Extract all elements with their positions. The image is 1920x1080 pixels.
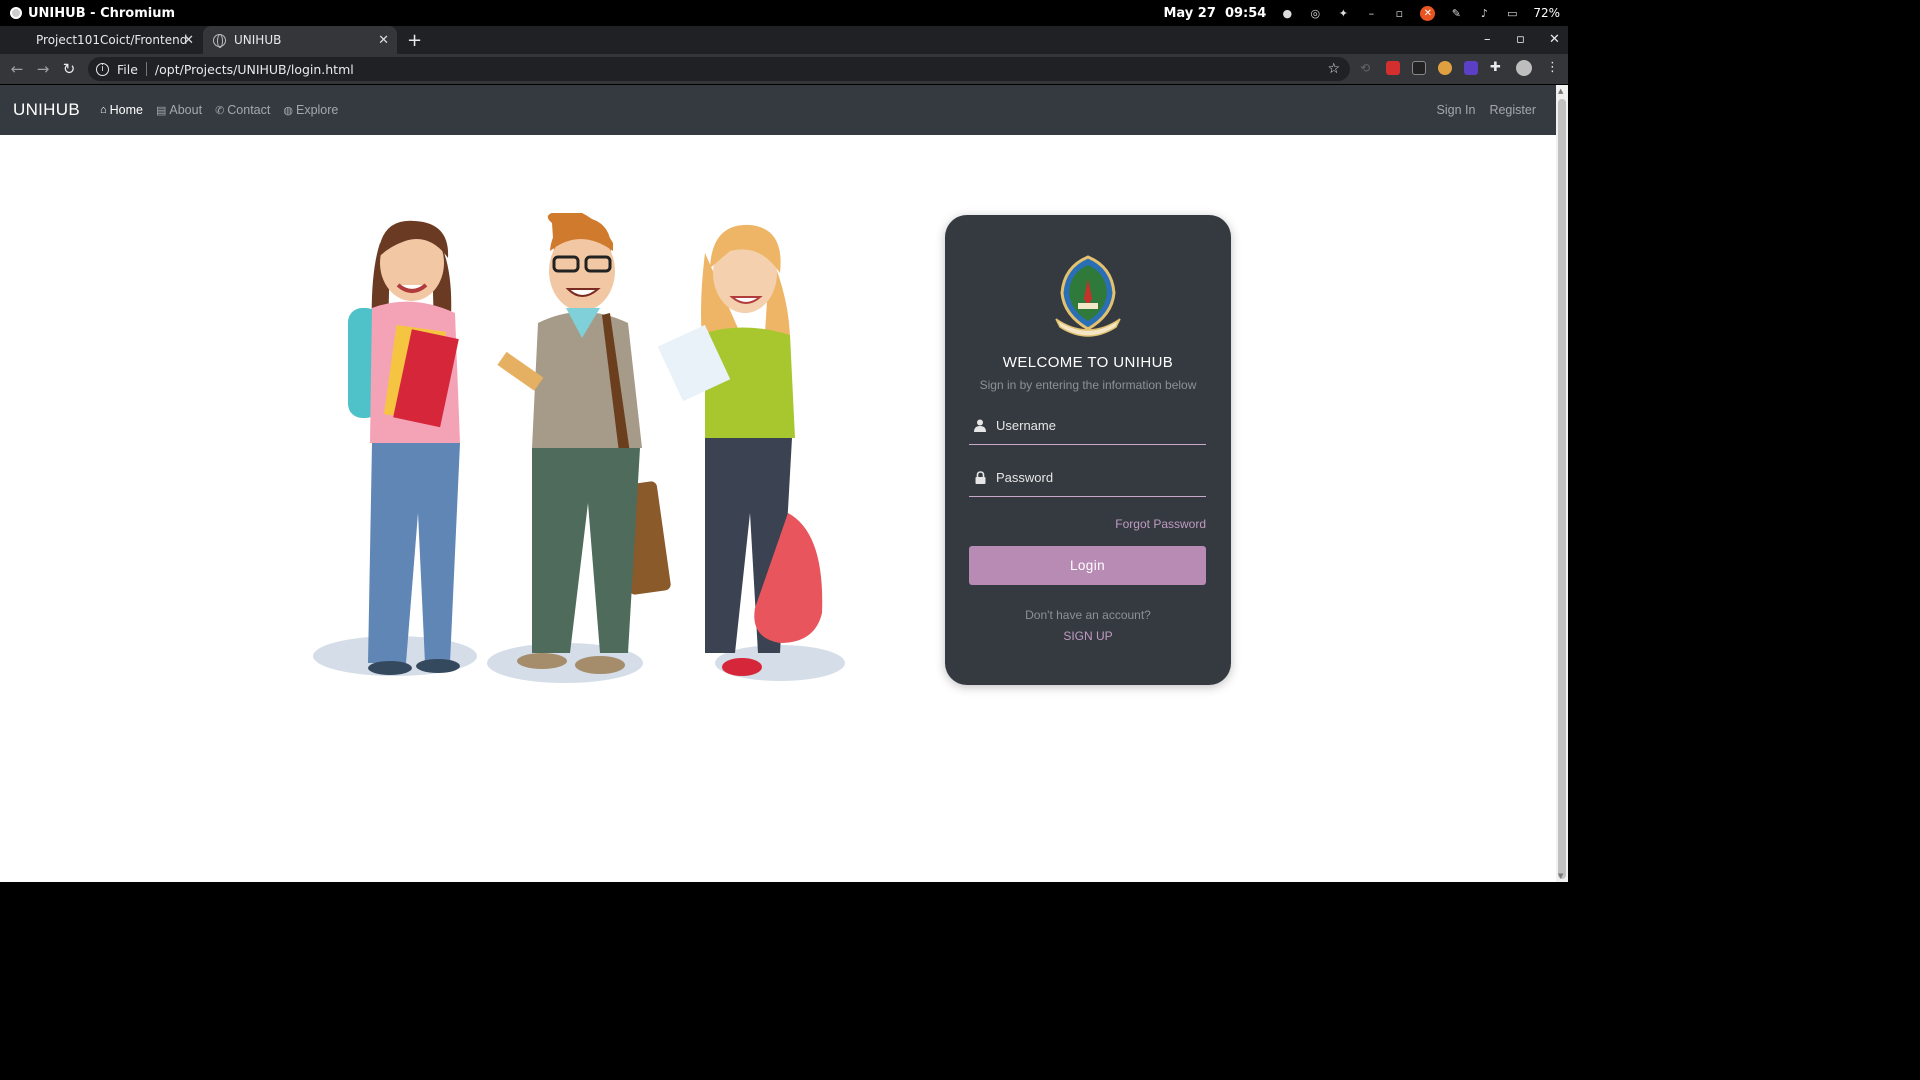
nav-contact-label: Contact bbox=[227, 103, 271, 117]
scroll-down-icon[interactable]: ▼ bbox=[1558, 872, 1563, 880]
scrollbar-thumb[interactable] bbox=[1558, 99, 1566, 879]
nav-about-label: About bbox=[169, 103, 203, 117]
login-subtitle: Sign in by entering the information belo… bbox=[979, 378, 1197, 392]
ubuntu-icon[interactable]: ✕ bbox=[1420, 5, 1436, 21]
no-account-text: Don't have an account? bbox=[1025, 608, 1151, 622]
university-seal-logo bbox=[1055, 255, 1121, 337]
username-field[interactable] bbox=[969, 407, 1206, 445]
extensions-puzzle-icon[interactable]: ✚ bbox=[1490, 61, 1504, 75]
tab-label: UNIHUB bbox=[234, 33, 282, 47]
window-title-text: UNIHUB - Chromium bbox=[28, 5, 176, 21]
address-path[interactable]: /opt/Projects/UNIHUB/login.html bbox=[155, 62, 354, 77]
date-text: May 27 bbox=[1163, 5, 1216, 21]
time-text: 09:54 bbox=[1224, 5, 1267, 21]
forward-icon[interactable]: → bbox=[30, 60, 56, 78]
page-scrollbar[interactable]: ▲ ▼ bbox=[1556, 85, 1568, 882]
extension-cookie-icon[interactable] bbox=[1438, 61, 1452, 75]
whatsapp-icon[interactable]: ◎ bbox=[1308, 6, 1322, 20]
student-girl-right bbox=[657, 224, 823, 676]
battery-icon[interactable]: ▭ bbox=[1505, 6, 1519, 20]
globe-icon: ◍ bbox=[283, 104, 293, 117]
address-scheme: File bbox=[117, 61, 138, 77]
nav-contact[interactable]: ✆ Contact bbox=[215, 103, 270, 117]
address-bar[interactable]: i File /opt/Projects/UNIHUB/login.html ☆ bbox=[88, 57, 1350, 81]
extension-dark-icon[interactable] bbox=[1412, 61, 1426, 75]
extension-purple-icon[interactable] bbox=[1464, 61, 1478, 75]
tab-project101[interactable]: Project101Coict/Frontend ✕ bbox=[0, 26, 202, 54]
nav-home-label: Home bbox=[109, 103, 143, 117]
address-separator bbox=[145, 62, 147, 76]
login-card: WELCOME TO UNIHUB Sign in by entering th… bbox=[945, 215, 1231, 685]
forgot-password-link[interactable]: Forgot Password bbox=[1115, 517, 1206, 531]
reload-icon[interactable]: ↻ bbox=[56, 60, 82, 78]
battery-percentage: 72% bbox=[1533, 6, 1560, 20]
pen-icon[interactable]: ✎ bbox=[1449, 6, 1463, 20]
close-window-button[interactable]: ✕ bbox=[1549, 32, 1560, 47]
volume-icon[interactable]: ♪ bbox=[1477, 6, 1491, 20]
site-navbar: UNIHUB ⌂ Home ▤ About ✆ Contact ◍ Explore Si… bbox=[0, 85, 1556, 135]
record-indicator-icon[interactable]: ● bbox=[1280, 6, 1294, 20]
bookmark-star-icon[interactable]: ☆ bbox=[1327, 61, 1340, 77]
close-icon[interactable]: ✕ bbox=[183, 33, 194, 48]
lock-icon bbox=[972, 471, 988, 484]
students-illustration bbox=[313, 213, 845, 683]
minimize-window-button[interactable]: – bbox=[1484, 32, 1491, 47]
minimize-tray-icon[interactable]: – bbox=[1364, 6, 1378, 20]
clock[interactable]: May 27 09:54 bbox=[1163, 6, 1266, 21]
password-field[interactable] bbox=[969, 459, 1206, 497]
os-top-bar: UNIHUB - Chromium May 27 09:54 ● ◎ ✦ – ▫… bbox=[0, 0, 1568, 26]
maximize-window-button[interactable]: ▫ bbox=[1516, 32, 1525, 47]
globe-icon bbox=[213, 33, 226, 48]
chromium-icon bbox=[10, 7, 22, 19]
accessibility-icon[interactable]: ✦ bbox=[1336, 6, 1350, 20]
login-button[interactable]: Login bbox=[969, 546, 1206, 585]
extension-disabled-icon[interactable]: ⟲ bbox=[1360, 61, 1374, 75]
window-title: UNIHUB - Chromium bbox=[10, 6, 175, 21]
student-boy-center bbox=[497, 213, 671, 674]
username-input[interactable] bbox=[996, 418, 1196, 433]
nav-about[interactable]: ▤ About bbox=[156, 103, 202, 117]
nav-explore-label: Explore bbox=[295, 103, 339, 117]
tab-strip: Project101Coict/Frontend ✕ UNIHUB ✕ bbox=[0, 26, 1568, 54]
password-input[interactable] bbox=[996, 470, 1196, 485]
tab-unihub[interactable]: UNIHUB ✕ bbox=[203, 26, 397, 54]
browser-toolbar: ← → ↻ i File /opt/Projects/UNIHUB/login.… bbox=[0, 54, 1568, 84]
nav-auth-links: Sign In Register bbox=[1437, 103, 1536, 117]
menu-kebab-icon[interactable]: ⋮ bbox=[1546, 61, 1560, 75]
brand-logo[interactable]: UNIHUB bbox=[13, 100, 80, 120]
nav-home[interactable]: ⌂ Home bbox=[100, 103, 143, 117]
nav-register[interactable]: Register bbox=[1489, 103, 1536, 117]
window-tray-icon[interactable]: ▫ bbox=[1392, 6, 1406, 20]
info-icon[interactable]: i bbox=[96, 62, 109, 76]
login-title: WELCOME TO UNIHUB bbox=[1002, 354, 1174, 371]
home-icon: ⌂ bbox=[99, 104, 107, 116]
scroll-up-icon[interactable]: ▲ bbox=[1558, 87, 1563, 95]
page-viewport: UNIHUB ⌂ Home ▤ About ✆ Contact ◍ Explore Si… bbox=[0, 85, 1556, 882]
tab-label: Project101Coict/Frontend bbox=[36, 33, 188, 47]
user-icon bbox=[972, 419, 988, 432]
close-icon[interactable]: ✕ bbox=[378, 33, 389, 48]
extension-red-icon[interactable] bbox=[1386, 61, 1400, 75]
sign-up-link[interactable]: SIGN UP bbox=[945, 629, 1231, 643]
student-girl-left bbox=[348, 220, 460, 675]
new-tab-button[interactable]: + bbox=[407, 30, 422, 51]
back-icon[interactable]: ← bbox=[4, 60, 30, 78]
nav-explore[interactable]: ◍ Explore bbox=[283, 103, 338, 117]
profile-avatar-icon[interactable] bbox=[1516, 60, 1532, 76]
phone-icon: ✆ bbox=[215, 104, 225, 117]
id-card-icon: ▤ bbox=[155, 104, 167, 117]
nav-sign-in[interactable]: Sign In bbox=[1437, 103, 1476, 117]
